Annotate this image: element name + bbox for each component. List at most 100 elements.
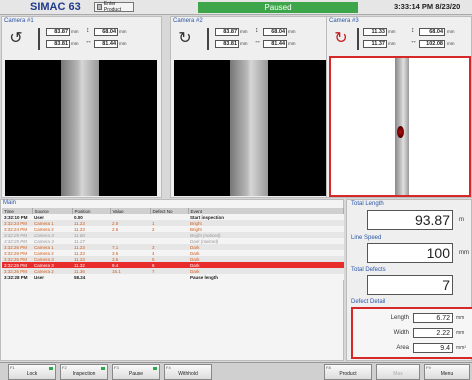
enter-product-label: Enter Product xyxy=(103,1,122,13)
button-label: Menu xyxy=(440,371,454,377)
unit-label: mm xyxy=(288,29,296,34)
total-length-unit: m xyxy=(459,217,464,223)
total-defects-value: 7 xyxy=(367,275,453,295)
material-strip xyxy=(230,60,268,196)
total-length-value: 93.87 xyxy=(367,210,453,230)
rotate-red-icon[interactable]: ↻ xyxy=(331,28,351,48)
function-key: F2 xyxy=(62,365,67,370)
width-field[interactable]: 81.44 xyxy=(263,40,287,48)
rotate-cw-icon[interactable]: ↻ xyxy=(175,28,195,48)
position-top-field[interactable]: 83.87 xyxy=(215,28,239,36)
unit-label: mm xyxy=(240,29,248,34)
button-label: Product xyxy=(339,371,357,377)
camera-panel-1: Camera #1 ↺ 83.87 mm 83.81 mm ↕ 68.04 mm… xyxy=(1,16,162,198)
function-key: F8 xyxy=(326,365,331,370)
cell-event: Pause length xyxy=(188,274,344,280)
status-led-icon xyxy=(49,367,53,370)
button-label: Pause xyxy=(128,371,144,377)
position-top-field[interactable]: 83.87 xyxy=(46,28,70,36)
position-bar-icon xyxy=(207,28,209,50)
defect-area-unit: mm² xyxy=(456,345,466,351)
vertical-arrow-icon: ↕ xyxy=(255,27,259,34)
cell-time: 3:32:10 PM xyxy=(2,214,32,220)
unit-label: mm xyxy=(388,41,396,46)
function-key: F4 xyxy=(166,365,171,370)
enter-product-button[interactable]: Enter Product xyxy=(94,1,134,13)
defect-length-row: Length 6.72 mm xyxy=(353,312,472,324)
camera-title: Camera #2 xyxy=(173,18,203,24)
position-bottom-field[interactable]: 11.37 xyxy=(363,40,387,48)
total-defects-label: Total Defects xyxy=(351,267,386,273)
vertical-arrow-icon: ↕ xyxy=(411,27,415,34)
defect-width-row: Width 2.22 mm xyxy=(353,327,472,339)
defect-detail-label: Defect Detail xyxy=(351,299,386,305)
defect-area-row: Area 9.4 mm² xyxy=(353,342,472,354)
camera-panel-3: Camera #3 ↻ 11.33 mm 11.37 mm ↕ 68.04 mm… xyxy=(326,16,472,198)
position-bottom-field[interactable]: 83.81 xyxy=(215,40,239,48)
rotate-ccw-icon[interactable]: ↺ xyxy=(6,28,26,48)
unit-label: mm xyxy=(119,41,127,46)
line-speed-label: Line Speed xyxy=(351,235,382,241)
position-top-field[interactable]: 11.33 xyxy=(363,28,387,36)
defect-width-label: Width xyxy=(393,330,409,336)
max-button[interactable]: Max xyxy=(376,364,420,380)
cell-value xyxy=(110,274,150,280)
top-bar: SIMAC 63 Enter Product Paused 3:33:14 PM… xyxy=(0,0,472,15)
defect-detail-box: Length 6.72 mm Width 2.22 mm Area 9.4 mm… xyxy=(351,307,472,359)
unit-label: mm xyxy=(71,29,79,34)
button-label: Withhold xyxy=(178,371,198,377)
unit-label: mm xyxy=(240,41,248,46)
panel-title: Main xyxy=(3,200,17,206)
height-field[interactable]: 68.04 xyxy=(419,28,445,36)
status-led-icon xyxy=(101,367,105,370)
height-field[interactable]: 68.04 xyxy=(94,28,118,36)
unit-label: mm xyxy=(119,29,127,34)
stats-panel: Total Length 93.87 m Line Speed 100 mm T… xyxy=(346,199,472,361)
button-label: Lock xyxy=(26,371,38,377)
event-table: Time Source Position Value Defect No Eve… xyxy=(2,208,344,280)
width-field[interactable]: 102.08 xyxy=(419,40,445,48)
inspection-button[interactable]: F2 Inspection xyxy=(60,364,108,380)
defect-length-value: 6.72 xyxy=(413,313,453,323)
position-bar-icon xyxy=(357,28,359,50)
clock-readout: 3:33:14 PM 8/23/20 xyxy=(394,2,461,11)
camera-view[interactable] xyxy=(174,60,326,196)
camera-view[interactable] xyxy=(5,60,157,196)
table-row[interactable]: 3:32:28 PM User 58.24 Pause length xyxy=(2,274,344,280)
camera-controls: ↻ 83.87 mm 83.81 mm ↕ 68.04 mm ↔ 81.44 m… xyxy=(171,26,330,56)
cell-defect xyxy=(150,274,188,280)
function-key: F3 xyxy=(114,365,119,370)
unit-label: mm xyxy=(447,41,455,46)
position-bar-icon xyxy=(38,28,40,50)
position-bottom-field[interactable]: 83.81 xyxy=(46,40,70,48)
product-button[interactable]: F8 Product xyxy=(324,364,372,380)
button-label: Inspection xyxy=(72,371,96,377)
total-length-label: Total Length xyxy=(351,201,384,207)
vertical-arrow-icon: ↕ xyxy=(86,27,90,34)
camera-title: Camera #1 xyxy=(4,18,34,24)
unit-label: mm xyxy=(447,29,455,34)
pause-button[interactable]: F3 Pause xyxy=(112,364,160,380)
horizontal-arrow-icon: ↔ xyxy=(85,38,92,45)
unit-label: mm xyxy=(388,29,396,34)
status-led-icon xyxy=(153,367,157,370)
horizontal-arrow-icon: ↔ xyxy=(254,38,261,45)
height-field[interactable]: 68.04 xyxy=(263,28,287,36)
camera-panel-2: Camera #2 ↻ 83.87 mm 83.81 mm ↕ 68.04 mm… xyxy=(170,16,331,198)
function-key: F1 xyxy=(10,365,15,370)
function-toolbar: F1 Lock F2 Inspection F3 Pause F4 Withho… xyxy=(0,362,472,380)
defect-length-label: Length xyxy=(390,315,409,321)
lock-button[interactable]: F1 Lock xyxy=(8,364,56,380)
menu-button[interactable]: F9 Menu xyxy=(424,364,470,380)
camera-view-defect[interactable] xyxy=(329,56,471,197)
withhold-button[interactable]: F4 Withhold xyxy=(164,364,212,380)
event-log-panel: Main Time Source Position Value Defect N… xyxy=(0,199,344,361)
cell-time: 3:32:28 PM xyxy=(2,274,32,280)
unit-label: mm xyxy=(71,41,79,46)
width-field[interactable]: 81.44 xyxy=(94,40,118,48)
button-label: Max xyxy=(393,371,403,377)
defect-width-value: 2.22 xyxy=(413,328,453,338)
cell-source: User xyxy=(32,274,72,280)
line-speed-unit: mm xyxy=(459,250,469,256)
camera-controls: ↻ 11.33 mm 11.37 mm ↕ 68.04 mm ↔ 102.08 … xyxy=(327,26,471,56)
